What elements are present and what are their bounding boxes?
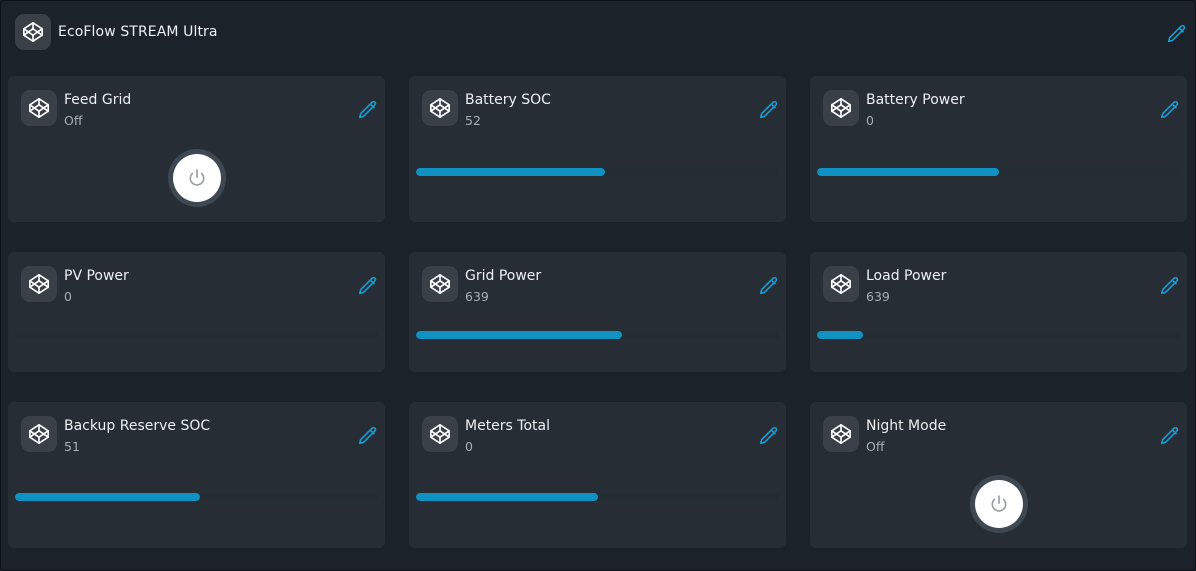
progress-bar[interactable]: [416, 493, 779, 501]
card-grid-power[interactable]: Grid Power 639: [409, 252, 786, 372]
card-battery-power[interactable]: Battery Power 0: [810, 76, 1187, 222]
progress-bar[interactable]: [15, 331, 378, 339]
power-toggle-button[interactable]: [974, 480, 1023, 528]
edit-pencil-icon[interactable]: [1159, 425, 1181, 447]
edit-pencil-icon[interactable]: [758, 275, 780, 297]
dashboard-frame: EcoFlow STREAM Ultra Feed Grid Off Batter…: [0, 0, 1196, 571]
codepen-icon: [422, 90, 458, 126]
card-load-power[interactable]: Load Power 639: [810, 252, 1187, 372]
progress-bar-fill: [15, 493, 201, 501]
codepen-icon: [422, 266, 458, 302]
card-title: Meters Total: [465, 418, 550, 434]
edit-pencil-icon[interactable]: [1159, 275, 1181, 297]
progress-bar[interactable]: [15, 493, 378, 501]
progress-bar-fill: [416, 493, 598, 501]
card-feed-grid[interactable]: Feed Grid Off: [8, 76, 385, 222]
card-title: Battery Power: [866, 92, 965, 108]
card-title: Backup Reserve SOC: [64, 418, 211, 434]
codepen-icon: [21, 416, 57, 452]
edit-pencil-icon[interactable]: [357, 425, 379, 447]
card-value: Off: [866, 439, 885, 454]
progress-bar[interactable]: [817, 168, 1180, 176]
edit-pencil-icon[interactable]: [1159, 99, 1181, 121]
device-title: EcoFlow STREAM Ultra: [58, 24, 218, 40]
card-value: 639: [465, 289, 489, 304]
progress-bar-fill: [416, 331, 622, 339]
card-value: 639: [866, 289, 890, 304]
power-icon: [187, 168, 207, 188]
card-pv-power[interactable]: PV Power 0: [8, 252, 385, 372]
progress-bar-fill: [817, 331, 864, 339]
card-value: 0: [64, 289, 72, 304]
progress-bar[interactable]: [416, 331, 779, 339]
card-value: 52: [465, 113, 481, 128]
edit-pencil-icon[interactable]: [758, 425, 780, 447]
codepen-icon: [15, 14, 51, 50]
power-icon: [989, 494, 1009, 514]
card-title: Grid Power: [465, 268, 542, 284]
card-value: 0: [465, 439, 473, 454]
edit-pencil-icon[interactable]: [1166, 23, 1188, 45]
card-value: 0: [866, 113, 874, 128]
codepen-icon: [823, 416, 859, 452]
device-header: EcoFlow STREAM Ultra: [15, 14, 218, 50]
codepen-icon: [823, 90, 859, 126]
card-title: Battery SOC: [465, 92, 551, 108]
card-backup-reserve-soc[interactable]: Backup Reserve SOC 51: [8, 402, 385, 548]
edit-pencil-icon[interactable]: [357, 99, 379, 121]
codepen-icon: [422, 416, 458, 452]
codepen-icon: [21, 90, 57, 126]
codepen-icon: [21, 266, 57, 302]
card-battery-soc[interactable]: Battery SOC 52: [409, 76, 786, 222]
card-meters-total[interactable]: Meters Total 0: [409, 402, 786, 548]
card-value: Off: [64, 113, 83, 128]
progress-bar[interactable]: [416, 168, 779, 176]
edit-pencil-icon[interactable]: [357, 275, 379, 297]
progress-bar-fill: [416, 168, 605, 176]
power-toggle-button[interactable]: [172, 154, 221, 202]
card-title: PV Power: [64, 268, 129, 284]
edit-pencil-icon[interactable]: [758, 99, 780, 121]
card-title: Night Mode: [866, 418, 947, 434]
card-night-mode[interactable]: Night Mode Off: [810, 402, 1187, 548]
card-title: Load Power: [866, 268, 947, 284]
codepen-icon: [823, 266, 859, 302]
progress-bar-fill: [817, 168, 999, 176]
card-title: Feed Grid: [64, 92, 132, 108]
card-value: 51: [64, 439, 80, 454]
progress-bar[interactable]: [817, 331, 1180, 339]
